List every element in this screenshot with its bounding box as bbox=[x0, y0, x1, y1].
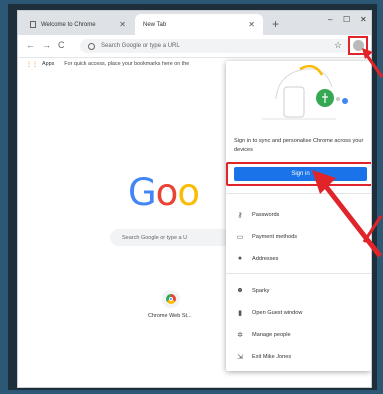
menu-item-manage-people[interactable]: ✲ Manage people bbox=[236, 331, 291, 339]
menu-item-label: Passwords bbox=[252, 212, 280, 218]
menu-item-label: Payment methods bbox=[252, 234, 298, 240]
menu-item-guest-window[interactable]: ▮ Open Guest window bbox=[236, 309, 302, 317]
menu-item-label: Exit Mike Jones bbox=[252, 354, 292, 360]
close-icon[interactable]: ✕ bbox=[248, 20, 255, 29]
search-icon bbox=[88, 42, 95, 50]
chrome-web-store-shortcut[interactable] bbox=[162, 290, 180, 308]
signin-highlight: Sign in bbox=[226, 162, 371, 186]
menu-item-label: Open Guest window bbox=[252, 310, 303, 316]
shortcut-label: Chrome Web St... bbox=[148, 313, 192, 319]
more-menu-icon[interactable]: ⋮ bbox=[369, 39, 371, 50]
key-icon: ⚷ bbox=[237, 212, 243, 219]
person-icon: ☻ bbox=[236, 287, 244, 294]
tab-label: Welcome to Chrome bbox=[41, 21, 96, 28]
menu-item-sparky[interactable]: ☻ Sparky bbox=[236, 287, 269, 294]
bookmarks-hint: For quick access, place your bookmarks h… bbox=[64, 61, 190, 67]
ntp-search-box[interactable]: Search Google or type a U bbox=[110, 229, 240, 246]
bookmark-star-icon[interactable]: ☆ bbox=[334, 40, 342, 51]
exit-icon: ⇲ bbox=[237, 354, 243, 361]
chrome-window: Welcome to Chrome ✕ New Tab ✕ + – ☐ ✕ ← … bbox=[17, 10, 372, 388]
gear-icon: ✲ bbox=[237, 332, 243, 339]
menu-item-payment-methods[interactable]: ▭ Payment methods bbox=[236, 233, 297, 241]
divider bbox=[226, 193, 371, 194]
profile-avatar-button[interactable] bbox=[348, 36, 368, 55]
tab-strip: Welcome to Chrome ✕ New Tab ✕ + – ☐ ✕ bbox=[18, 11, 371, 35]
menu-item-label: Sparky bbox=[252, 287, 270, 294]
tab-new-tab[interactable]: New Tab ✕ bbox=[135, 14, 263, 35]
sync-illustration-icon bbox=[262, 64, 348, 120]
apps-grid-icon: ⋮⋮ bbox=[26, 61, 38, 68]
tab-welcome[interactable]: Welcome to Chrome ✕ bbox=[22, 14, 134, 35]
address-bar[interactable]: Search Google or type a URL bbox=[80, 39, 366, 53]
window-close-icon[interactable]: ✕ bbox=[360, 15, 367, 24]
location-pin-icon: ● bbox=[237, 255, 243, 262]
menu-item-label: Manage people bbox=[252, 332, 291, 338]
google-logo: Goo bbox=[128, 171, 200, 214]
back-icon[interactable]: ← bbox=[26, 40, 35, 50]
menu-item-label: Addresses bbox=[252, 255, 279, 262]
forward-icon[interactable]: → bbox=[42, 40, 51, 50]
signin-prompt: Sign in to sync and personalise Chrome a… bbox=[234, 138, 364, 153]
profile-menu: Sign in to sync and personalise Chrome a… bbox=[226, 61, 371, 371]
apps-link[interactable]: Apps bbox=[42, 61, 54, 67]
page-icon bbox=[30, 21, 36, 28]
ntp-search-placeholder: Search Google or type a U bbox=[122, 234, 188, 241]
credit-card-icon: ▭ bbox=[236, 234, 244, 241]
maximize-icon[interactable]: ☐ bbox=[343, 15, 350, 24]
new-tab-button[interactable]: + bbox=[272, 17, 279, 31]
menu-item-addresses[interactable]: ● Addresses bbox=[236, 255, 279, 262]
chrome-web-store-icon bbox=[166, 294, 176, 304]
close-icon[interactable]: ✕ bbox=[119, 20, 126, 29]
menu-item-passwords[interactable]: ⚷ Passwords bbox=[236, 211, 279, 219]
reload-icon[interactable]: C bbox=[58, 40, 65, 50]
address-placeholder: Search Google or type a URL bbox=[101, 43, 180, 49]
tab-label: New Tab bbox=[143, 21, 167, 28]
minimize-icon[interactable]: – bbox=[328, 15, 332, 24]
guest-icon: ▮ bbox=[238, 310, 242, 317]
signin-button[interactable]: Sign in bbox=[234, 167, 367, 181]
avatar-icon bbox=[353, 40, 364, 51]
toolbar: ← → C Search Google or type a URL ☆ ⋮ bbox=[18, 35, 371, 58]
menu-item-exit[interactable]: ⇲ Exit Mike Jones bbox=[236, 353, 291, 361]
divider bbox=[226, 273, 371, 274]
